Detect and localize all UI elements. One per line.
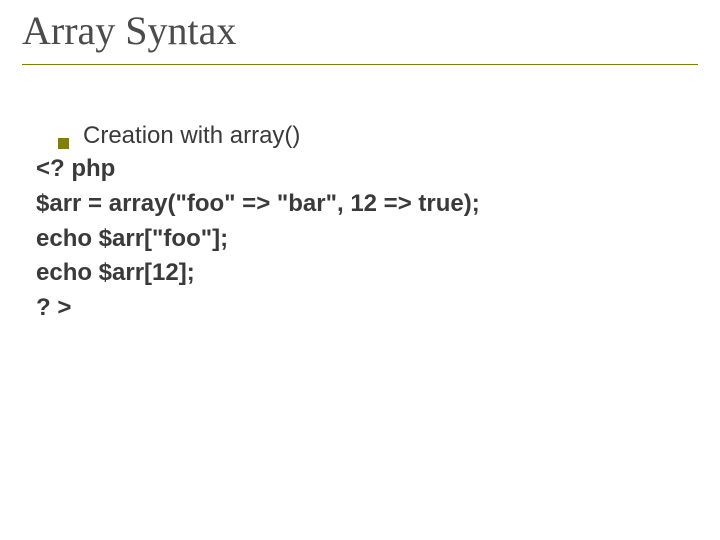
title-wrap: Array Syntax: [22, 8, 698, 65]
code-line: ? >: [36, 294, 71, 321]
code-line: echo $arr["foo"];: [36, 225, 228, 252]
slide: Array Syntax Creation with array() <? ph…: [0, 0, 720, 540]
code-block: <? php $arr = array("foo" => "bar", 12 =…: [36, 152, 676, 326]
slide-title: Array Syntax: [22, 8, 698, 54]
square-bullet-icon: [58, 138, 69, 149]
bullet-row: Creation with array(): [36, 122, 676, 150]
code-line: $arr = array("foo" => "bar", 12 => true)…: [36, 190, 480, 217]
slide-body: Creation with array() <? php $arr = arra…: [36, 122, 676, 326]
code-line: echo $arr[12];: [36, 259, 195, 286]
code-line: <? php: [36, 155, 115, 182]
bullet-text: Creation with array(): [83, 122, 300, 150]
